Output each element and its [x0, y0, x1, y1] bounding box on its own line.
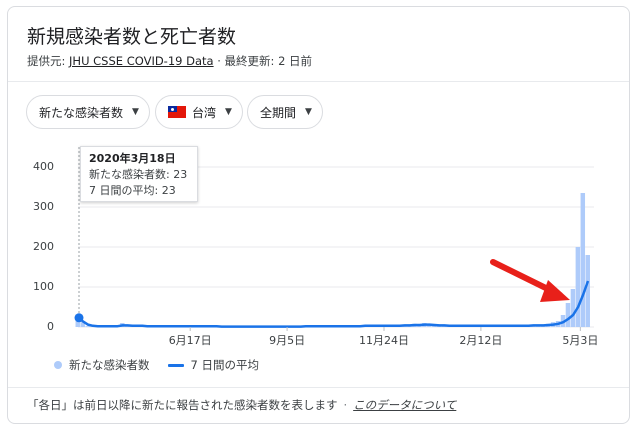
footer-divider [8, 387, 629, 388]
footer-note: 「各日」は前日以降に新たに報告された感染者数を表します · このデータについて [27, 398, 457, 412]
legend-line-swatch [167, 363, 184, 367]
legend-bars-swatch [54, 361, 62, 369]
y-tick-label: 300 [33, 200, 54, 213]
bar [585, 255, 590, 327]
x-tick-label: 5月3日 [562, 334, 599, 347]
tooltip-date: 2020年3月18日 [89, 152, 176, 165]
bar [575, 247, 581, 327]
hover-tooltip: 2020年3月18日 新たな感染者数: 23 7 日間の平均: 23 [80, 146, 198, 202]
y-tick-label: 400 [33, 160, 54, 173]
bar [565, 303, 571, 327]
average-line [77, 280, 590, 328]
chart-legend: 新たな感染者数 7 日間の平均 [54, 357, 259, 373]
tooltip-average: 7 日間の平均: 23 [89, 184, 176, 197]
bar [580, 193, 586, 327]
x-tick-label: 11月24日 [359, 334, 409, 347]
bar [570, 289, 576, 327]
bar [85, 326, 90, 327]
legend-bars-label: 新たな感染者数 [69, 358, 150, 372]
hover-point [74, 313, 84, 323]
tooltip-new-cases: 新たな感染者数: 23 [89, 168, 188, 181]
annotation-arrow-head [540, 280, 570, 302]
footer-note-text: 「各日」は前日以降に新たに報告された感染者数を表します [27, 398, 338, 412]
x-tick-label: 9月5日 [269, 334, 306, 347]
x-tick-label: 6月17日 [168, 334, 212, 347]
y-tick-label: 200 [33, 240, 54, 253]
legend-line-label: 7 日間の平均 [190, 358, 259, 372]
covid-card: 新規感染者数と死亡者数 提供元: JHU CSSE COVID-19 Data … [7, 6, 630, 424]
y-tick-label: 100 [33, 280, 54, 293]
x-tick-label: 2月12日 [459, 334, 503, 347]
y-tick-label: 0 [47, 320, 54, 333]
about-data-link[interactable]: このデータについて [353, 398, 456, 412]
